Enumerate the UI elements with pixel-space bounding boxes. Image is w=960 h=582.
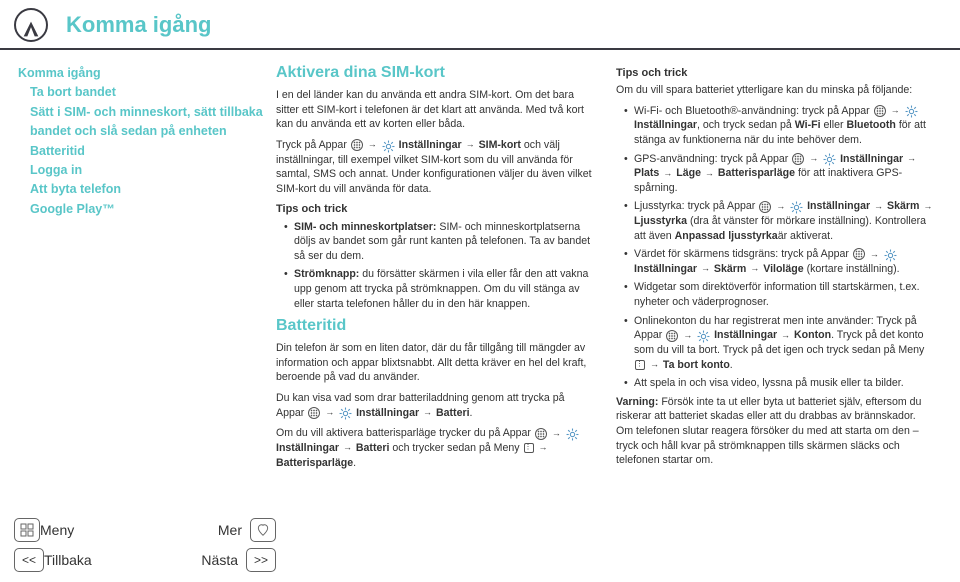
arrow-icon: → [781, 329, 790, 341]
apps-icon [308, 407, 320, 419]
toc-item[interactable]: Komma igång [18, 64, 276, 83]
arrow-icon: → [701, 262, 710, 274]
gear-icon [884, 249, 897, 262]
toc-item[interactable]: Batteritid [18, 142, 276, 161]
arrow-icon: → [750, 262, 759, 274]
arrow-icon: → [874, 200, 883, 212]
arrow-icon: → [663, 167, 672, 179]
apps-icon [666, 330, 678, 342]
gear-icon [697, 330, 710, 343]
list-item: Ljusstyrka: tryck på Appar → Inställning… [626, 199, 934, 243]
arrow-icon: → [343, 441, 352, 453]
warning-paragraph: Varning: Försök inte ta ut eller byta ut… [616, 395, 934, 468]
arrow-icon: → [923, 200, 932, 212]
apps-icon [351, 139, 363, 151]
arrow-icon: → [891, 104, 900, 116]
menu-button[interactable] [14, 518, 40, 542]
gear-icon [823, 153, 836, 166]
arrow-icon: → [870, 248, 879, 260]
list-item: Widgetar som direktöverför information t… [626, 280, 934, 309]
arrow-icon: → [539, 441, 548, 453]
arrow-icon: → [683, 329, 692, 341]
arrow-icon: → [907, 152, 916, 164]
paragraph: Om du vill spara batteriet ytterligare k… [616, 83, 934, 98]
list-item: Värdet för skärmens tidsgräns: tryck på … [626, 247, 934, 276]
arrow-icon: → [705, 167, 714, 179]
toc-item[interactable]: Att byta telefon [18, 180, 276, 199]
paragraph: I en del länder kan du använda ett andra… [276, 88, 594, 132]
heading-tips: Tips och trick [276, 202, 594, 217]
apps-icon [759, 201, 771, 213]
toc-item[interactable]: Sätt i SIM- och minneskort, sätt tillbak… [18, 103, 276, 142]
arrow-icon: → [809, 152, 818, 164]
heading-tips: Tips och trick [616, 66, 934, 81]
apps-icon [853, 248, 865, 260]
content-col-1: Aktivera dina SIM-kort I en del länder k… [276, 60, 594, 476]
gear-icon [905, 105, 918, 118]
heading-activate-sim: Aktivera dina SIM-kort [276, 62, 594, 84]
gear-icon [566, 428, 579, 441]
list-item: Att spela in och visa video, lyssna på m… [626, 376, 934, 391]
menu-label: Meny [40, 522, 74, 538]
apps-icon [874, 105, 886, 117]
brand-logo [14, 8, 48, 42]
content-col-2: Tips och trick Om du vill spara batterie… [616, 60, 934, 476]
apps-icon [535, 428, 547, 440]
menu-icon: ⋮ [635, 360, 645, 370]
table-of-contents: Komma igång Ta bort bandet Sätt i SIM- o… [18, 60, 276, 476]
list-item: Onlinekonton du har registrerat men inte… [626, 314, 934, 372]
gear-icon [382, 140, 395, 153]
apps-icon [792, 153, 804, 165]
gear-icon [790, 201, 803, 214]
back-button[interactable]: << [14, 548, 44, 572]
paragraph: Du kan visa vad som drar batteriladdning… [276, 391, 594, 420]
paragraph: Tryck på Appar → Inställningar → SIM-kor… [276, 138, 594, 196]
list-item: GPS-användning: tryck på Appar → Inställ… [626, 152, 934, 196]
list-item: Strömknapp: du försätter skärmen i vila … [286, 267, 594, 311]
more-button[interactable] [250, 518, 276, 542]
next-button[interactable]: >> [246, 548, 276, 572]
paragraph: Om du vill aktivera batterisparläge tryc… [276, 426, 594, 470]
more-label: Mer [218, 522, 242, 538]
gear-icon [339, 407, 352, 420]
back-label: Tillbaka [44, 552, 92, 568]
arrow-icon: → [650, 358, 659, 370]
footer-nav: Meny Mer << Tillbaka Nästa >> [14, 512, 276, 572]
arrow-icon: → [368, 138, 377, 150]
paragraph: Din telefon är som en liten dator, där d… [276, 341, 594, 385]
arrow-icon: → [552, 427, 561, 439]
list-item: SIM- och minneskortplatser: SIM- och min… [286, 220, 594, 264]
page-title: Komma igång [66, 12, 211, 38]
toc-item[interactable]: Google Play™ [18, 200, 276, 219]
toc-item[interactable]: Ta bort bandet [18, 83, 276, 102]
toc-item[interactable]: Logga in [18, 161, 276, 180]
next-label: Nästa [201, 552, 238, 568]
menu-icon: ⋮ [524, 443, 534, 453]
arrow-icon: → [466, 138, 475, 150]
arrow-icon: → [776, 200, 785, 212]
arrow-icon: → [325, 406, 334, 418]
arrow-icon: → [423, 406, 432, 418]
heading-battery: Batteritid [276, 315, 594, 337]
list-item: Wi-Fi- och Bluetooth®-användning: tryck … [626, 104, 934, 148]
